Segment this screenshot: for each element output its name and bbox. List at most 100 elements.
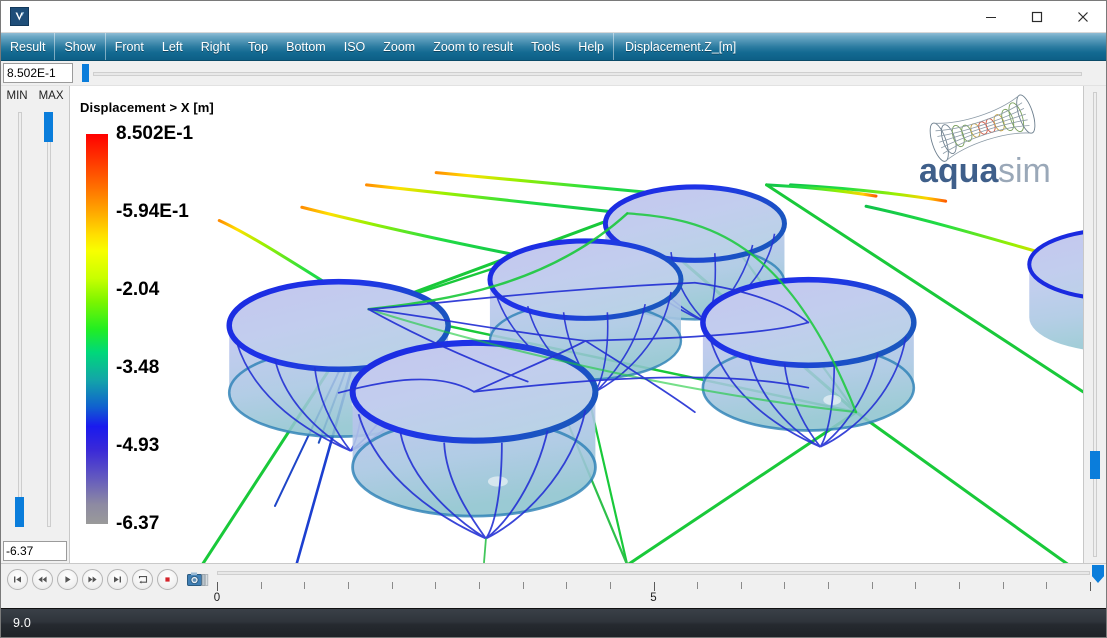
vertical-pan-slider[interactable]: [1083, 86, 1106, 563]
timeline-tick: [522, 582, 524, 589]
menu-left[interactable]: Left: [153, 33, 192, 60]
timeline-tick: [347, 582, 349, 589]
timeline-tick: [959, 582, 961, 589]
menu-bar: Result Show Front Left Right Top Bottom …: [1, 33, 1106, 61]
playback-buttons: [1, 564, 209, 590]
skip-to-start-button[interactable]: [7, 569, 28, 590]
min-slider-track[interactable]: [18, 112, 22, 527]
horizontal-pan-slider[interactable]: [79, 61, 1082, 85]
menu-help[interactable]: Help: [569, 33, 613, 60]
legend-tick: -6.37: [116, 513, 160, 534]
min-slider-thumb[interactable]: [15, 497, 24, 527]
maximize-icon: [1031, 11, 1043, 22]
timeline-tick: [828, 582, 830, 589]
timeline-tick: [740, 582, 742, 589]
vertical-sliders: [1, 102, 69, 541]
app-icon: [10, 7, 29, 26]
rewind-button[interactable]: [32, 569, 53, 590]
max-slider[interactable]: [41, 112, 57, 527]
viewport-title: Displacement > X [m]: [80, 100, 214, 115]
timeline[interactable]: 05: [213, 564, 1104, 608]
min-slider[interactable]: [12, 112, 28, 527]
minimize-button[interactable]: [968, 1, 1014, 32]
max-label: MAX: [38, 90, 64, 102]
timeline-tick: [871, 582, 873, 589]
max-slider-track[interactable]: [47, 112, 51, 527]
menu-displacement-z[interactable]: Displacement.Z_[m]: [614, 33, 747, 60]
timeline-tick: [566, 582, 568, 589]
timeline-tick: [260, 582, 262, 589]
legend-tick: -5.94E-1: [116, 201, 189, 222]
min-value-input[interactable]: -6.37: [3, 541, 67, 561]
horizontal-slider-thumb[interactable]: [82, 64, 89, 82]
timeline-tick: [609, 582, 611, 589]
min-label: MIN: [6, 90, 28, 102]
maximize-button[interactable]: [1014, 1, 1060, 32]
close-button[interactable]: [1060, 1, 1106, 32]
menu-iso[interactable]: ISO: [335, 33, 375, 60]
timeline-tick: [1090, 582, 1091, 591]
aquasim-logo: aqua sim: [915, 94, 1065, 190]
timeline-tick: [784, 582, 786, 589]
menu-bottom[interactable]: Bottom: [277, 33, 335, 60]
rewind-icon: [38, 576, 47, 583]
legend-tick: -4.93: [116, 435, 160, 456]
horizontal-slider-track[interactable]: [93, 72, 1082, 76]
menu-group-show: Show: [55, 33, 104, 60]
vertical-pan-slider-thumb[interactable]: [1090, 451, 1100, 479]
main-body: MIN MAX -6.37 Displacement > X [m] 8.502…: [1, 86, 1106, 563]
color-legend-ticks: 8.502E-1 -5.94E-1 -2.04 -3.48 -4.93 -6.3…: [116, 123, 266, 534]
color-legend-gradient: [86, 134, 108, 524]
menu-result[interactable]: Result: [1, 33, 54, 60]
status-text: 9.0: [13, 616, 31, 630]
timeline-tick: [478, 582, 480, 589]
timeline-thumb[interactable]: [1092, 565, 1104, 583]
loop-button[interactable]: [132, 569, 153, 590]
record-button[interactable]: [157, 569, 178, 590]
legend-tick: -2.04: [116, 279, 160, 300]
logo-text-sim: sim: [998, 152, 1051, 190]
play-icon: [65, 576, 71, 583]
application-window: Result Show Front Left Right Top Bottom …: [0, 0, 1107, 638]
range-sliders-panel: MIN MAX -6.37: [1, 86, 70, 563]
menu-right[interactable]: Right: [192, 33, 239, 60]
timeline-tick: [1002, 582, 1004, 589]
max-slider-thumb[interactable]: [44, 112, 53, 142]
menu-zoom-to-result[interactable]: Zoom to result: [424, 33, 522, 60]
close-icon: [1078, 11, 1088, 22]
skip-start-icon: [14, 576, 21, 583]
timeline-tick: [435, 582, 437, 589]
menu-show[interactable]: Show: [55, 33, 104, 60]
legend-tick: 8.502E-1: [116, 123, 194, 144]
menu-group-result: Result: [1, 33, 54, 60]
timeline-label: 5: [650, 592, 657, 604]
3d-viewport[interactable]: Displacement > X [m] 8.502E-1 -5.94E-1 -…: [70, 86, 1083, 563]
screenshot-button[interactable]: [187, 570, 209, 589]
fast-forward-icon: [88, 576, 97, 583]
camera-icon: [187, 572, 209, 586]
menu-zoom[interactable]: Zoom: [374, 33, 424, 60]
timeline-tick: [653, 582, 655, 591]
range-max-strip: 8.502E-1: [1, 61, 1106, 86]
fast-forward-button[interactable]: [82, 569, 103, 590]
timeline-tick: [304, 582, 306, 589]
timeline-tick: [697, 582, 699, 589]
menu-front[interactable]: Front: [106, 33, 153, 60]
menu-top[interactable]: Top: [239, 33, 277, 60]
legend-tick: -3.48: [116, 357, 160, 378]
menu-group-views: Front Left Right Top Bottom ISO Zoom Zoo…: [106, 33, 613, 60]
timeline-tick: [915, 582, 917, 589]
logo-text-aqua: aqua: [919, 152, 999, 190]
timeline-tick: [391, 582, 393, 589]
skip-to-end-button[interactable]: [107, 569, 128, 590]
timeline-track[interactable]: [217, 571, 1090, 575]
playback-bar: 05: [1, 563, 1106, 608]
timeline-tick: [1046, 582, 1048, 589]
vertical-pan-slider-track[interactable]: [1093, 92, 1097, 557]
minmax-labels: MIN MAX: [1, 86, 69, 102]
play-button[interactable]: [57, 569, 78, 590]
timeline-label: 0: [213, 592, 221, 604]
loop-icon: [138, 575, 147, 584]
max-value-input[interactable]: 8.502E-1: [3, 63, 73, 83]
menu-tools[interactable]: Tools: [522, 33, 569, 60]
